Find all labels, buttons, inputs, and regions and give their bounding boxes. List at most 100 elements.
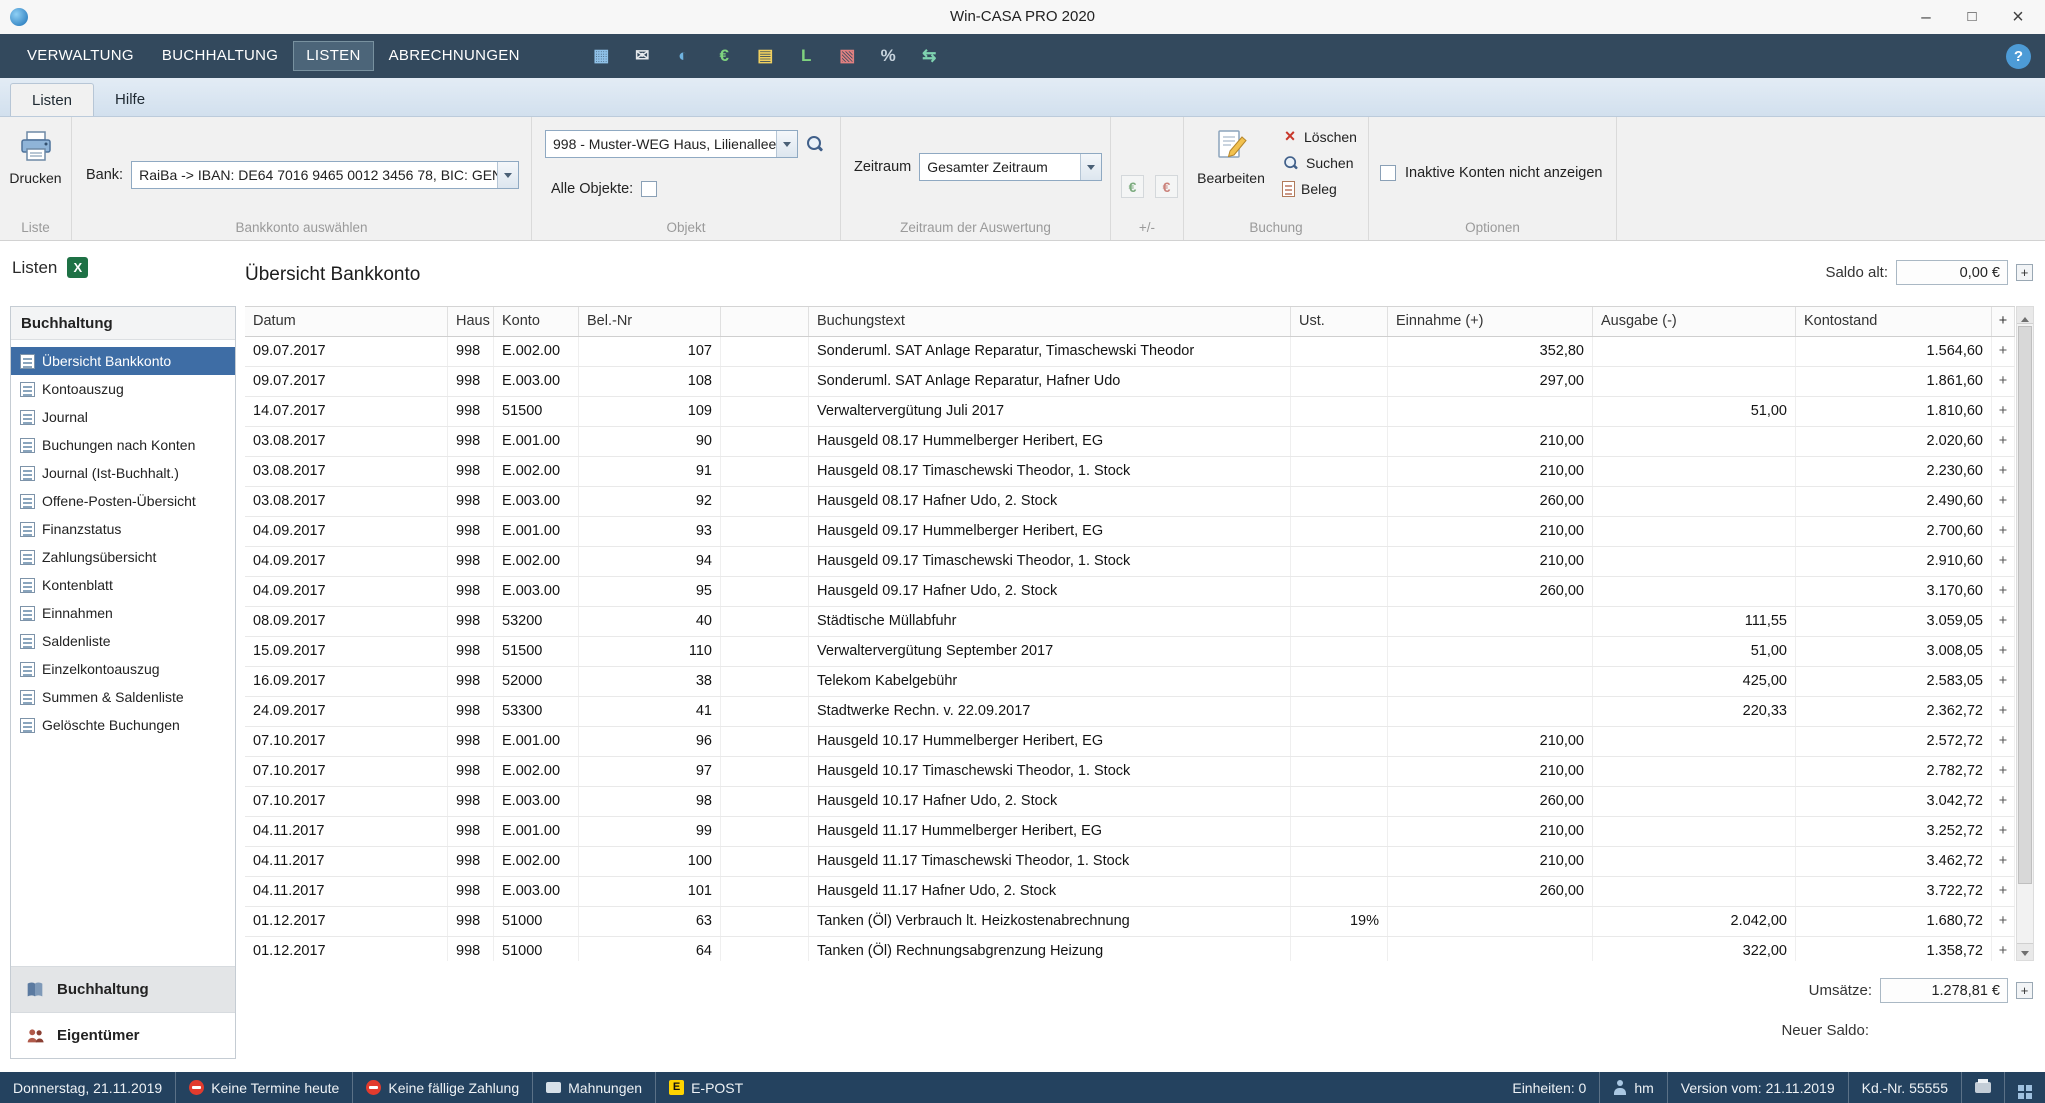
tab-listen[interactable]: Listen: [10, 83, 94, 116]
table-row[interactable]: 03.08.2017998E.001.0090Hausgeld 08.17 Hu…: [245, 427, 2015, 457]
row-add-button[interactable]: +: [1992, 607, 2015, 636]
row-add-button[interactable]: +: [1992, 817, 2015, 846]
zeitraum-select[interactable]: Gesamter Zeitraum: [919, 153, 1102, 181]
row-add-button[interactable]: +: [1992, 397, 2015, 426]
sidebar-item-kontenblatt[interactable]: Kontenblatt: [11, 571, 235, 599]
close-icon[interactable]: [1995, 0, 2041, 34]
column-header-konto[interactable]: Konto: [494, 307, 579, 336]
euro-icon[interactable]: €: [712, 45, 737, 68]
tab-hilfe[interactable]: Hilfe: [94, 83, 166, 116]
nav-eigentuemer-button[interactable]: Eigentümer: [11, 1012, 235, 1058]
table-row[interactable]: 07.10.2017998E.003.0098Hausgeld 10.17 Ha…: [245, 787, 2015, 817]
sidebar-item-zahlungsübersicht[interactable]: Zahlungsübersicht: [11, 543, 235, 571]
sidebar-item-summen-saldenliste[interactable]: Summen & Saldenliste: [11, 683, 235, 711]
einnahme-add-icon[interactable]: [1121, 175, 1144, 198]
row-add-button[interactable]: +: [1992, 547, 2015, 576]
excel-export-icon[interactable]: [67, 257, 88, 278]
table-row[interactable]: 16.09.20179985200038Telekom Kabelgebühr4…: [245, 667, 2015, 697]
sidebar-item-einzelkontoauszug[interactable]: Einzelkontoauszug: [11, 655, 235, 683]
table-row[interactable]: 24.09.20179985330041Stadtwerke Rechn. v.…: [245, 697, 2015, 727]
column-header-haus[interactable]: Haus: [448, 307, 494, 336]
help-icon[interactable]: [2006, 44, 2031, 69]
row-add-button[interactable]: +: [1992, 697, 2015, 726]
column-header-kontostand[interactable]: Kontostand: [1796, 307, 1992, 336]
column-header-einnahme-[interactable]: Einnahme (+): [1388, 307, 1593, 336]
column-header-ausgabe-[interactable]: Ausgabe (-): [1593, 307, 1796, 336]
bank-select[interactable]: RaiBa -> IBAN: DE64 7016 9465 0012 3456 …: [131, 161, 519, 189]
row-add-button[interactable]: +: [1992, 367, 2015, 396]
row-add-button[interactable]: +: [1992, 337, 2015, 366]
table-row[interactable]: 04.09.2017998E.003.0095Hausgeld 09.17 Ha…: [245, 577, 2015, 607]
row-add-button[interactable]: +: [1992, 487, 2015, 516]
beleg-button[interactable]: Beleg: [1282, 181, 1357, 197]
row-add-button[interactable]: +: [1992, 667, 2015, 696]
drucken-button[interactable]: Drucken: [0, 117, 71, 186]
table-row[interactable]: 01.12.20179985100064Tanken (Öl) Rechnung…: [245, 937, 2015, 961]
alle-objekte-checkbox[interactable]: [641, 181, 657, 197]
bearbeiten-button[interactable]: Bearbeiten: [1198, 127, 1264, 186]
search-icon[interactable]: [806, 135, 824, 153]
table-row[interactable]: 09.07.2017998E.003.00108Sonderuml. SAT A…: [245, 367, 2015, 397]
sidebar-item-übersicht-bankkonto[interactable]: Übersicht Bankkonto: [11, 347, 235, 375]
sidebar-item-journal-ist-buchhalt-[interactable]: Journal (Ist-Buchhalt.): [11, 459, 235, 487]
row-add-button[interactable]: +: [1992, 907, 2015, 936]
row-add-button[interactable]: +: [1992, 877, 2015, 906]
row-add-button[interactable]: +: [1992, 757, 2015, 786]
status-printer[interactable]: [1961, 1072, 2004, 1103]
nav-buchhaltung-button[interactable]: Buchhaltung: [11, 966, 235, 1012]
inaktive-konten-checkbox[interactable]: [1380, 165, 1396, 181]
table-row[interactable]: 04.09.2017998E.002.0094Hausgeld 09.17 Ti…: [245, 547, 2015, 577]
table-row[interactable]: 08.09.20179985320040Städtische Müllabfuh…: [245, 607, 2015, 637]
list-icon[interactable]: ▤: [753, 45, 778, 68]
sidebar-item-offene-posten-übersicht[interactable]: Offene-Posten-Übersicht: [11, 487, 235, 515]
saldo-alt-add-button[interactable]: [2016, 264, 2033, 281]
status-grid[interactable]: [2004, 1072, 2045, 1103]
umsaetze-field[interactable]: 1.278,81 €: [1880, 978, 2008, 1003]
row-add-button[interactable]: +: [1992, 457, 2015, 486]
mail-icon[interactable]: ✉: [630, 45, 655, 68]
table-row[interactable]: 04.09.2017998E.001.0093Hausgeld 09.17 Hu…: [245, 517, 2015, 547]
maximize-icon[interactable]: [1949, 0, 1995, 34]
scrollbar-thumb[interactable]: [2018, 326, 2032, 884]
ausgabe-add-icon[interactable]: [1155, 175, 1178, 198]
menu-abrechnungen[interactable]: ABRECHNUNGEN: [376, 41, 533, 71]
menu-verwaltung[interactable]: VERWALTUNG: [14, 41, 147, 71]
table-row[interactable]: 01.12.20179985100063Tanken (Öl) Verbrauc…: [245, 907, 2015, 937]
column-header-add[interactable]: +: [1992, 307, 2015, 336]
row-add-button[interactable]: +: [1992, 577, 2015, 606]
sidebar-item-saldenliste[interactable]: Saldenliste: [11, 627, 235, 655]
status-epost[interactable]: E-POST: [655, 1072, 756, 1103]
table-row[interactable]: 04.11.2017998E.003.00101Hausgeld 11.17 H…: [245, 877, 2015, 907]
sidebar-item-journal[interactable]: Journal: [11, 403, 235, 431]
chevron-down-icon[interactable]: [497, 162, 518, 188]
menu-buchhaltung[interactable]: BUCHHALTUNG: [149, 41, 291, 71]
umsaetze-add-button[interactable]: [2016, 982, 2033, 999]
sidebar-item-kontoauszug[interactable]: Kontoauszug: [11, 375, 235, 403]
table-row[interactable]: 03.08.2017998E.003.0092Hausgeld 08.17 Ha…: [245, 487, 2015, 517]
sidebar-item-buchungen-nach-konten[interactable]: Buchungen nach Konten: [11, 431, 235, 459]
row-add-button[interactable]: +: [1992, 937, 2015, 961]
table-row[interactable]: 07.10.2017998E.002.0097Hausgeld 10.17 Ti…: [245, 757, 2015, 787]
table-row[interactable]: 09.07.2017998E.002.00107Sonderuml. SAT A…: [245, 337, 2015, 367]
calc-icon[interactable]: %: [876, 45, 901, 68]
suchen-button[interactable]: Suchen: [1282, 154, 1357, 172]
objekt-select[interactable]: 998 - Muster-WEG Haus, Lilienallee: [545, 130, 798, 158]
vertical-scrollbar[interactable]: [2016, 306, 2034, 961]
globe-icon[interactable]: ◐: [671, 45, 696, 68]
row-add-button[interactable]: +: [1992, 427, 2015, 456]
row-add-button[interactable]: +: [1992, 517, 2015, 546]
table-row[interactable]: 04.11.2017998E.002.00100Hausgeld 11.17 T…: [245, 847, 2015, 877]
table-row[interactable]: 14.07.201799851500109Verwaltervergütung …: [245, 397, 2015, 427]
transfer-icon[interactable]: ⇆: [917, 45, 942, 68]
sidebar-item-einnahmen[interactable]: Einnahmen: [11, 599, 235, 627]
column-header-ust-[interactable]: Ust.: [1291, 307, 1388, 336]
table-row[interactable]: 03.08.2017998E.002.0091Hausgeld 08.17 Ti…: [245, 457, 2015, 487]
scroll-up-icon[interactable]: [2017, 307, 2033, 324]
status-mahnungen[interactable]: Mahnungen: [532, 1072, 655, 1103]
saldo-alt-field[interactable]: 0,00 €: [1896, 260, 2008, 285]
menu-listen[interactable]: LISTEN: [293, 41, 373, 71]
chevron-down-icon[interactable]: [776, 131, 797, 157]
row-add-button[interactable]: +: [1992, 637, 2015, 666]
column-header-bel-nr[interactable]: Bel.-Nr: [579, 307, 721, 336]
row-add-button[interactable]: +: [1992, 727, 2015, 756]
